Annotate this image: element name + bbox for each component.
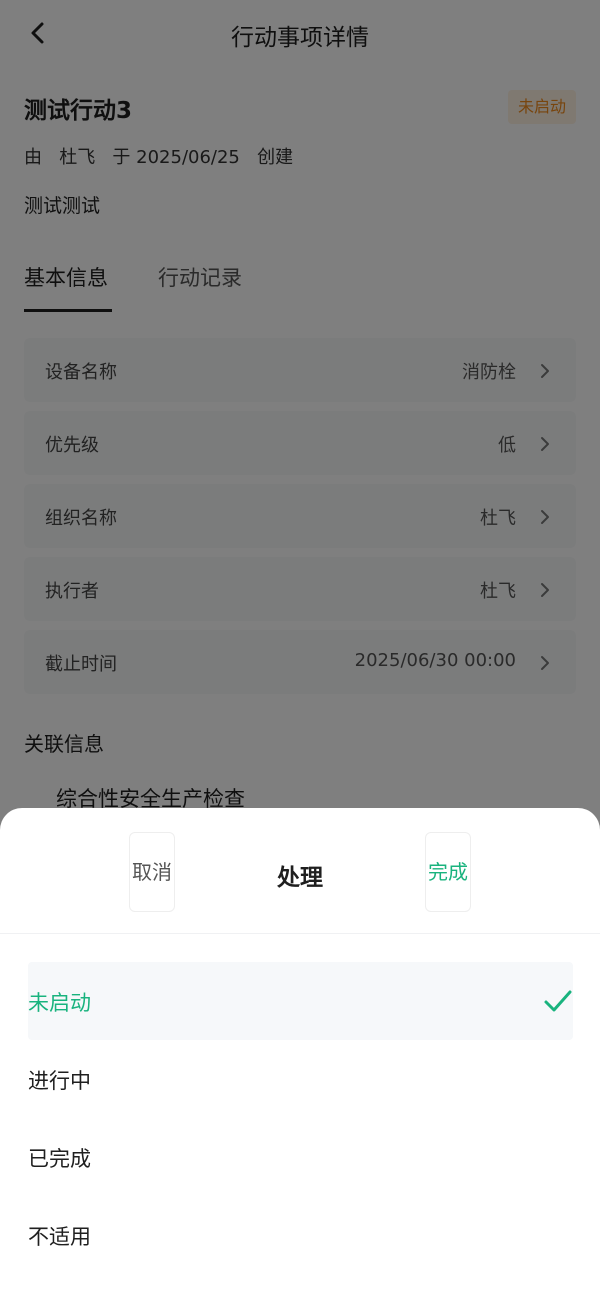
status-option-not-applicable[interactable]: 不适用 (28, 1196, 573, 1274)
checkmark-icon (543, 987, 573, 1015)
status-option-completed[interactable]: 已完成 (28, 1118, 573, 1196)
option-label: 不适用 (28, 1225, 91, 1249)
sheet-title: 处理 (277, 865, 323, 891)
status-picker-sheet: 取消 处理 完成 未启动 进行中 已完成 不适用 (0, 808, 600, 1300)
option-label: 未启动 (28, 991, 91, 1015)
status-option-not-started[interactable]: 未启动 (28, 962, 573, 1040)
done-button[interactable]: 完成 (425, 832, 471, 912)
option-label: 已完成 (28, 1147, 91, 1171)
status-option-in-progress[interactable]: 进行中 (28, 1040, 573, 1118)
status-option-list: 未启动 进行中 已完成 不适用 (28, 962, 573, 1274)
sheet-header: 取消 处理 完成 (0, 808, 600, 934)
option-label: 进行中 (28, 1069, 91, 1093)
